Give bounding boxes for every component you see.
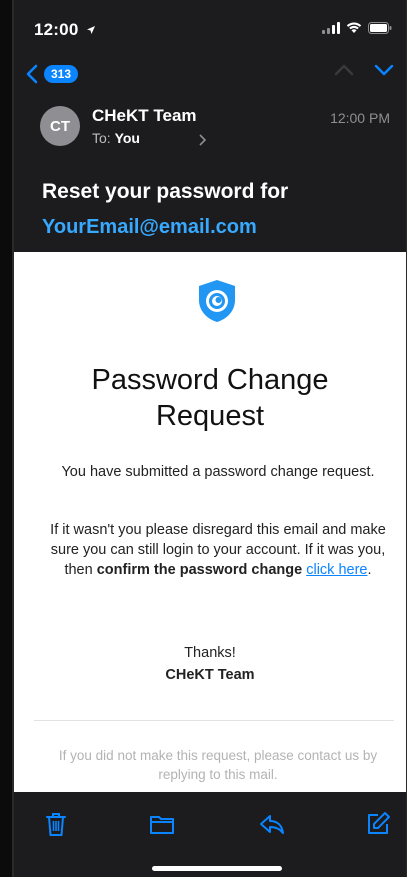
bottom-toolbar: [14, 792, 406, 877]
status-time-text: 12:00: [34, 20, 79, 39]
subject-line-1: Reset your password for: [42, 180, 289, 203]
status-icons: [322, 22, 392, 34]
divider: [34, 720, 394, 721]
home-indicator[interactable]: [152, 866, 282, 871]
sender-name: CHeKT Team: [92, 106, 197, 125]
email-paragraph-1: You have submitted a password change req…: [61, 464, 375, 480]
location-arrow-icon: [87, 26, 96, 34]
sent-time: 12:00 PM: [330, 110, 390, 126]
to-label: To:: [92, 130, 111, 146]
to-value: You: [114, 130, 140, 146]
phone-screen: 12:00 313 CT CHeKT Team To: You 12:00 PM…: [12, 0, 407, 877]
chevron-right-icon: [199, 134, 206, 146]
signature: CHeKT Team: [165, 667, 255, 683]
status-time: 12:00: [34, 20, 96, 40]
status-bar: 12:00: [14, 0, 406, 58]
wifi-icon: [346, 22, 362, 33]
reply-icon[interactable]: [258, 810, 286, 838]
paragraph-2-bold: confirm the password change: [96, 562, 303, 578]
email-content: Password Change Request You have submitt…: [14, 252, 406, 792]
subject-email-link[interactable]: YourEmail@email.com: [42, 216, 382, 239]
paragraph-2-suffix: .: [367, 562, 372, 578]
compose-icon[interactable]: [364, 810, 392, 838]
subject: Reset your password for YourEmail@email.…: [42, 180, 382, 239]
avatar: CT: [40, 106, 80, 146]
chevron-left-icon: [26, 64, 38, 84]
mail-nav-bar: 313: [14, 58, 406, 98]
message-header[interactable]: CT CHeKT Team To: You 12:00 PM: [14, 98, 406, 162]
chevron-up-icon[interactable]: [334, 64, 354, 76]
folder-icon[interactable]: [148, 810, 176, 838]
unread-count-badge: 313: [44, 65, 79, 83]
chevron-down-icon[interactable]: [374, 64, 394, 76]
footer-note: If you did not make this request, please…: [58, 748, 378, 782]
back-button[interactable]: 313: [26, 64, 79, 84]
trash-icon[interactable]: [42, 810, 70, 838]
email-title-line-1: Password Change: [91, 364, 329, 396]
shield-logo-icon: [199, 280, 235, 322]
battery-icon: [368, 22, 392, 34]
email-title: Password Change Request: [14, 362, 406, 434]
email-title-line-2: Request: [155, 400, 264, 432]
message-nav-arrows: [334, 64, 394, 76]
signal-icon: [322, 22, 340, 34]
email-paragraph-2: If it wasn't you please disregard this e…: [38, 520, 398, 580]
sign-off: Thanks! CHeKT Team: [14, 642, 406, 686]
click-here-link[interactable]: click here: [306, 562, 367, 578]
thanks-text: Thanks!: [184, 645, 236, 661]
recipient-line: To: You: [92, 130, 140, 146]
